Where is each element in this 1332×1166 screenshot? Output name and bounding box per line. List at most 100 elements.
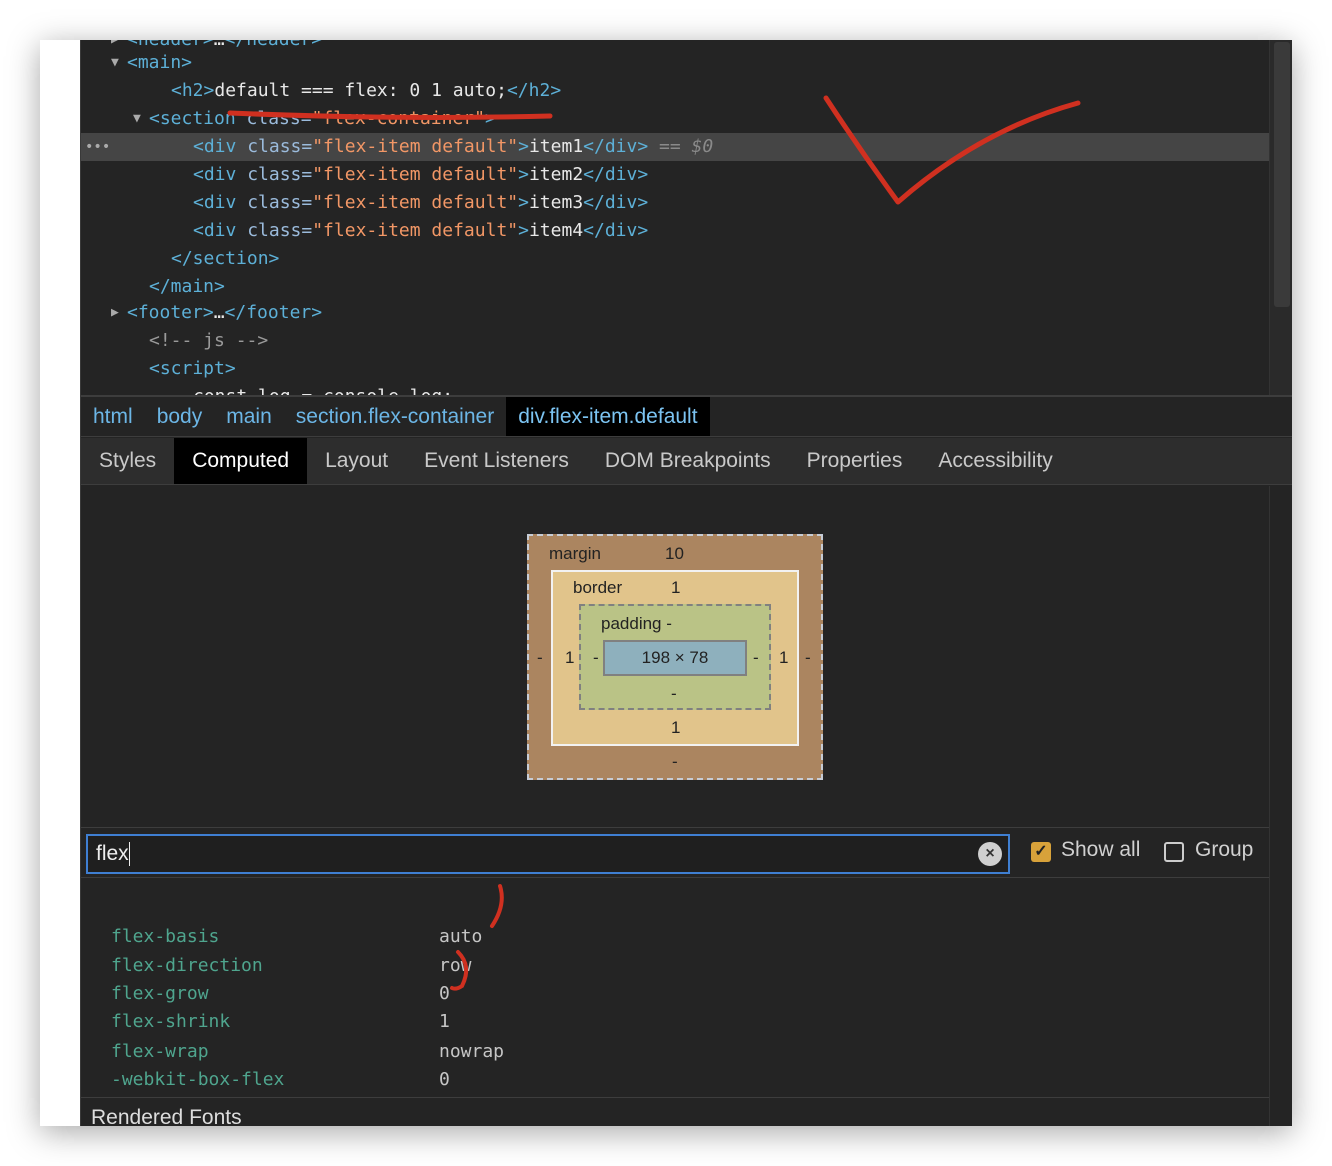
dom-node-line[interactable]: ••• <div class="flex-item default">item1<… xyxy=(81,133,1269,161)
tab-computed[interactable]: Computed xyxy=(174,438,308,484)
rendered-fonts-header[interactable]: Rendered Fonts xyxy=(81,1097,1269,1126)
computed-property[interactable]: flex-wrap nowrap xyxy=(111,1038,711,1066)
dom-node-line[interactable]: <div class="flex-item default">item4</di… xyxy=(81,217,1269,245)
code-token: <div xyxy=(193,136,248,157)
computed-scrollbar[interactable] xyxy=(1269,486,1292,1126)
computed-property[interactable]: flex-grow 0 xyxy=(111,980,711,1008)
dom-node-line[interactable]: <!-- js --> xyxy=(81,327,1269,355)
dom-node-line[interactable]: <div class="flex-item default">item3</di… xyxy=(81,189,1269,217)
tab-event-listeners[interactable]: Event Listeners xyxy=(406,438,587,484)
dom-node-line[interactable]: </section> xyxy=(81,245,1269,273)
property-value: row xyxy=(439,955,472,976)
code-token: </div> xyxy=(583,164,649,185)
group-label[interactable]: Group xyxy=(1195,838,1253,862)
clear-icon[interactable]: × xyxy=(978,842,1002,866)
tab-properties[interactable]: Properties xyxy=(789,438,921,484)
filter-input[interactable]: flex × xyxy=(86,834,1010,874)
tab-accessibility[interactable]: Accessibility xyxy=(920,438,1070,484)
box-model-content[interactable]: 198 × 78 xyxy=(603,640,747,676)
code-token: "flex-item default" xyxy=(312,136,519,157)
breadcrumb-item[interactable]: html xyxy=(81,397,145,436)
code-token: </footer> xyxy=(224,302,323,323)
property-name: flex-basis xyxy=(111,926,220,947)
code-token: "flex-item default" xyxy=(312,220,519,241)
tab-styles[interactable]: Styles xyxy=(81,438,174,484)
code-token: const log = console.log; xyxy=(193,386,453,395)
code-token: "flex-item default" xyxy=(312,192,519,213)
padding-left: - xyxy=(593,648,599,667)
dom-node-line[interactable]: <h2>default === flex: 0 1 auto;</h2> xyxy=(81,77,1269,105)
margin-left: - xyxy=(537,648,543,667)
border-right: 1 xyxy=(779,648,789,667)
dom-node-line[interactable]: <div class="flex-item default">item2</di… xyxy=(81,161,1269,189)
code-token: > xyxy=(518,220,529,241)
panel-tabs: Styles Computed Layout Event Listeners DOM B… xyxy=(81,438,1292,485)
computed-property[interactable]: flex-shrink 1 xyxy=(111,1008,711,1036)
property-name: flex-direction xyxy=(111,955,263,976)
computed-property[interactable]: flex-basis auto xyxy=(111,923,711,951)
code-token: <!-- js --> xyxy=(149,330,269,351)
property-name: flex-shrink xyxy=(111,1011,231,1032)
margin-label: margin xyxy=(549,544,601,563)
code-token: item1 xyxy=(528,136,584,157)
code-token: <div xyxy=(193,192,248,213)
show-all-label[interactable]: Show all xyxy=(1061,838,1140,862)
dom-node-line[interactable]: ▶ <footer>…</footer> xyxy=(81,299,1269,327)
show-all-checkbox[interactable]: ✓ xyxy=(1031,842,1051,862)
code-token: > xyxy=(518,136,529,157)
code-token: … xyxy=(213,302,225,323)
margin-top: 10 xyxy=(665,544,684,563)
border-top: 1 xyxy=(671,578,681,597)
node-menu-icon[interactable]: ••• xyxy=(85,133,110,161)
dom-node-line[interactable]: ▼ <section class="flex-container"> xyxy=(81,105,1269,133)
dom-tree-scrollbar[interactable] xyxy=(1269,40,1292,395)
code-token: default === flex: 0 1 auto; xyxy=(214,80,507,101)
code-token: item2 xyxy=(528,164,584,185)
code-token: <div xyxy=(193,164,248,185)
tab-dom-breakpoints[interactable]: DOM Breakpoints xyxy=(587,438,789,484)
collapsed-triangle-icon[interactable]: ▶ xyxy=(111,299,119,327)
property-value: auto xyxy=(439,926,483,947)
dom-tree: ▶<header>…</header>▼<main><h2>default ==… xyxy=(81,40,1269,395)
code-token: > xyxy=(484,108,496,129)
breadcrumb: html body main section.flex-container div.fl… xyxy=(81,395,1292,437)
property-name: flex-grow xyxy=(111,983,209,1004)
code-token: </h2> xyxy=(506,80,562,101)
code-token: <div xyxy=(193,220,248,241)
code-token: <footer> xyxy=(127,302,214,323)
breadcrumb-item[interactable]: div.flex-item.default xyxy=(506,397,710,436)
code-token: </div> xyxy=(583,136,649,157)
code-token: </div> xyxy=(583,220,649,241)
dom-node-line[interactable]: <script> xyxy=(81,355,1269,383)
tab-layout[interactable]: Layout xyxy=(307,438,406,484)
code-token: </main> xyxy=(149,276,225,297)
padding-bottom: - xyxy=(671,684,677,703)
box-model-margin[interactable]: margin 10 - - - border 1 1 1 1 padding -… xyxy=(527,534,823,780)
code-token: class= xyxy=(247,192,313,213)
code-token: "flex-item default" xyxy=(312,164,519,185)
dom-node-line[interactable]: ▼ <main> xyxy=(81,49,1269,77)
box-model-padding[interactable]: padding - - - - 198 × 78 xyxy=(579,604,771,710)
code-token: == $0 xyxy=(648,136,714,157)
code-token: <h2> xyxy=(171,80,215,101)
code-token: class= xyxy=(246,108,312,129)
expanded-triangle-icon[interactable]: ▼ xyxy=(133,105,141,133)
breadcrumb-item[interactable]: body xyxy=(145,397,215,436)
group-checkbox[interactable] xyxy=(1164,842,1184,862)
code-token: </div> xyxy=(583,192,649,213)
computed-property[interactable]: -webkit-box-flex 0 xyxy=(111,1066,711,1094)
breadcrumb-item[interactable]: section.flex-container xyxy=(284,397,506,436)
dom-node-line[interactable]: const log = console.log; xyxy=(81,383,1269,395)
property-name: -webkit-box-flex xyxy=(111,1069,285,1090)
expanded-triangle-icon[interactable]: ▼ xyxy=(111,49,119,77)
scrollbar-thumb[interactable] xyxy=(1274,42,1290,307)
code-token: </section> xyxy=(171,248,280,269)
computed-property[interactable]: flex-direction row xyxy=(111,952,711,980)
breadcrumb-item[interactable]: main xyxy=(214,397,284,436)
code-token: class= xyxy=(247,136,313,157)
margin-right: - xyxy=(805,648,811,667)
code-token: class= xyxy=(247,220,313,241)
padding-right: - xyxy=(753,648,759,667)
dom-node-line[interactable]: </main> xyxy=(81,273,1269,301)
box-model-border[interactable]: border 1 1 1 1 padding - - - - 198 × 78 xyxy=(551,570,799,746)
